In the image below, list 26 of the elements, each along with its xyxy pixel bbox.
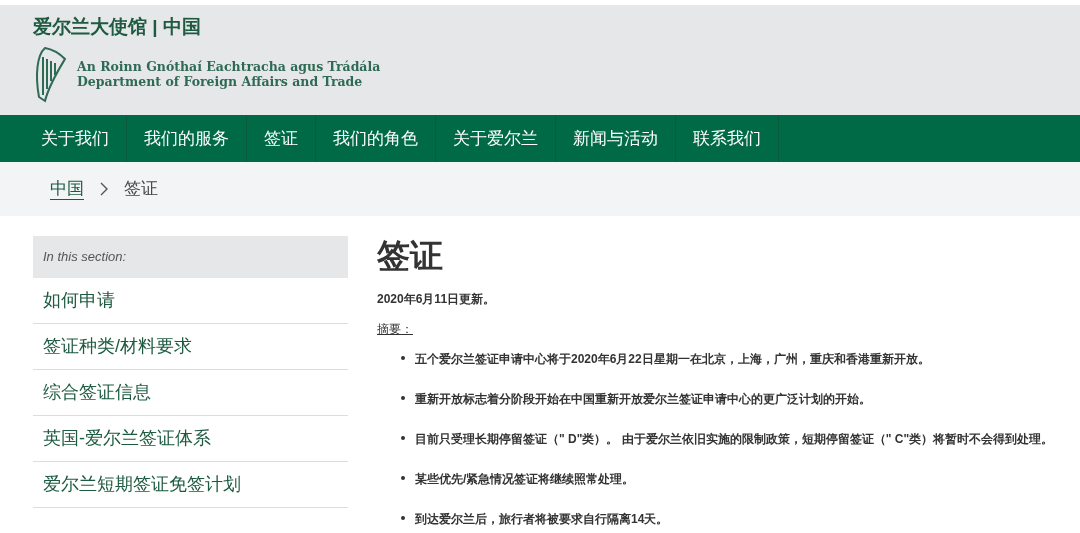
department-name: An Roinn Gnóthaí Eachtracha agus Trádála: [77, 59, 381, 74]
bullet-icon: [401, 436, 405, 440]
bullet-text: 某些优先/紧急情况签证将继续照常处理。: [415, 471, 635, 488]
bullet-text: 重新开放标志着分阶段开始在中国重新开放爱尔兰签证申请中心的更广泛计划的开始。: [415, 391, 871, 408]
sidebar-item[interactable]: 如何申请: [33, 277, 348, 324]
bullet-icon: [401, 516, 405, 520]
sidebar-item[interactable]: 综合签证信息: [33, 369, 348, 416]
bullet-text: 五个爱尔兰签证申请中心将于2020年6月22日星期一在北京，上海，广州，重庆和香港重新开放。: [415, 351, 930, 368]
harp-logo: [33, 45, 69, 103]
breadcrumb-current: 签证: [124, 178, 158, 201]
site-title[interactable]: 爱尔兰大使馆 | 中国: [33, 13, 1080, 41]
page-title: 签证: [377, 236, 444, 276]
bullet-icon: [401, 396, 405, 400]
sidebar-item[interactable]: 爱尔兰短期签证免签计划: [33, 461, 348, 508]
chevron-icon: [100, 182, 108, 196]
section-heading: In this section:: [33, 236, 348, 278]
bullet-text: 到达爱尔兰后，旅行者将被要求自行隔离14天。: [415, 511, 669, 528]
sidebar-item[interactable]: 英国-爱尔兰签证体系: [33, 415, 348, 462]
bullet-text: 目前只受理长期停留签证（" D"类）。 由于爱尔兰依旧实施的限制政策，短期停留签证（" C"类）将暂时不会得到处理。: [415, 431, 1054, 448]
department-name: Department of Foreign Affairs and Trade: [77, 74, 364, 89]
bullet-icon: [401, 476, 405, 480]
sidebar-item[interactable]: 签证种类/材料要求: [33, 323, 348, 370]
breadcrumb-link[interactable]: 中国: [50, 176, 84, 202]
summary-label: 摘要：: [377, 321, 414, 338]
update-date: 2020年6月11日更新。: [377, 291, 497, 308]
bullet-icon: [401, 356, 405, 360]
